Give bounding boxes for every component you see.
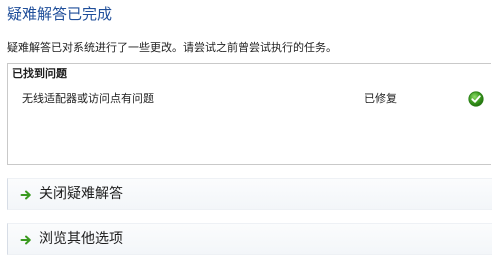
close-troubleshooter-label: 关闭疑难解答	[39, 186, 123, 202]
problem-row: 无线适配器或访问点有问题 已修复	[8, 90, 491, 108]
page-title: 疑难解答已完成	[7, 5, 113, 23]
green-check-icon	[468, 91, 484, 107]
problems-found-panel: 已找到问题 无线适配器或访问点有问题 已修复	[7, 63, 491, 165]
problems-found-header: 已找到问题	[12, 67, 67, 80]
green-arrow-right-icon	[20, 190, 31, 200]
problem-name: 无线适配器或访问点有问题	[22, 92, 154, 105]
close-troubleshooter-link[interactable]: 关闭疑难解答	[7, 178, 492, 210]
explore-other-options-label: 浏览其他选项	[39, 231, 123, 247]
problem-status: 已修复	[364, 92, 397, 105]
green-arrow-right-icon	[20, 235, 31, 245]
explore-other-options-link[interactable]: 浏览其他选项	[7, 223, 492, 255]
page-description: 疑难解答已对系统进行了一些更改。请尝试之前曾尝试执行的任务。	[7, 41, 337, 54]
